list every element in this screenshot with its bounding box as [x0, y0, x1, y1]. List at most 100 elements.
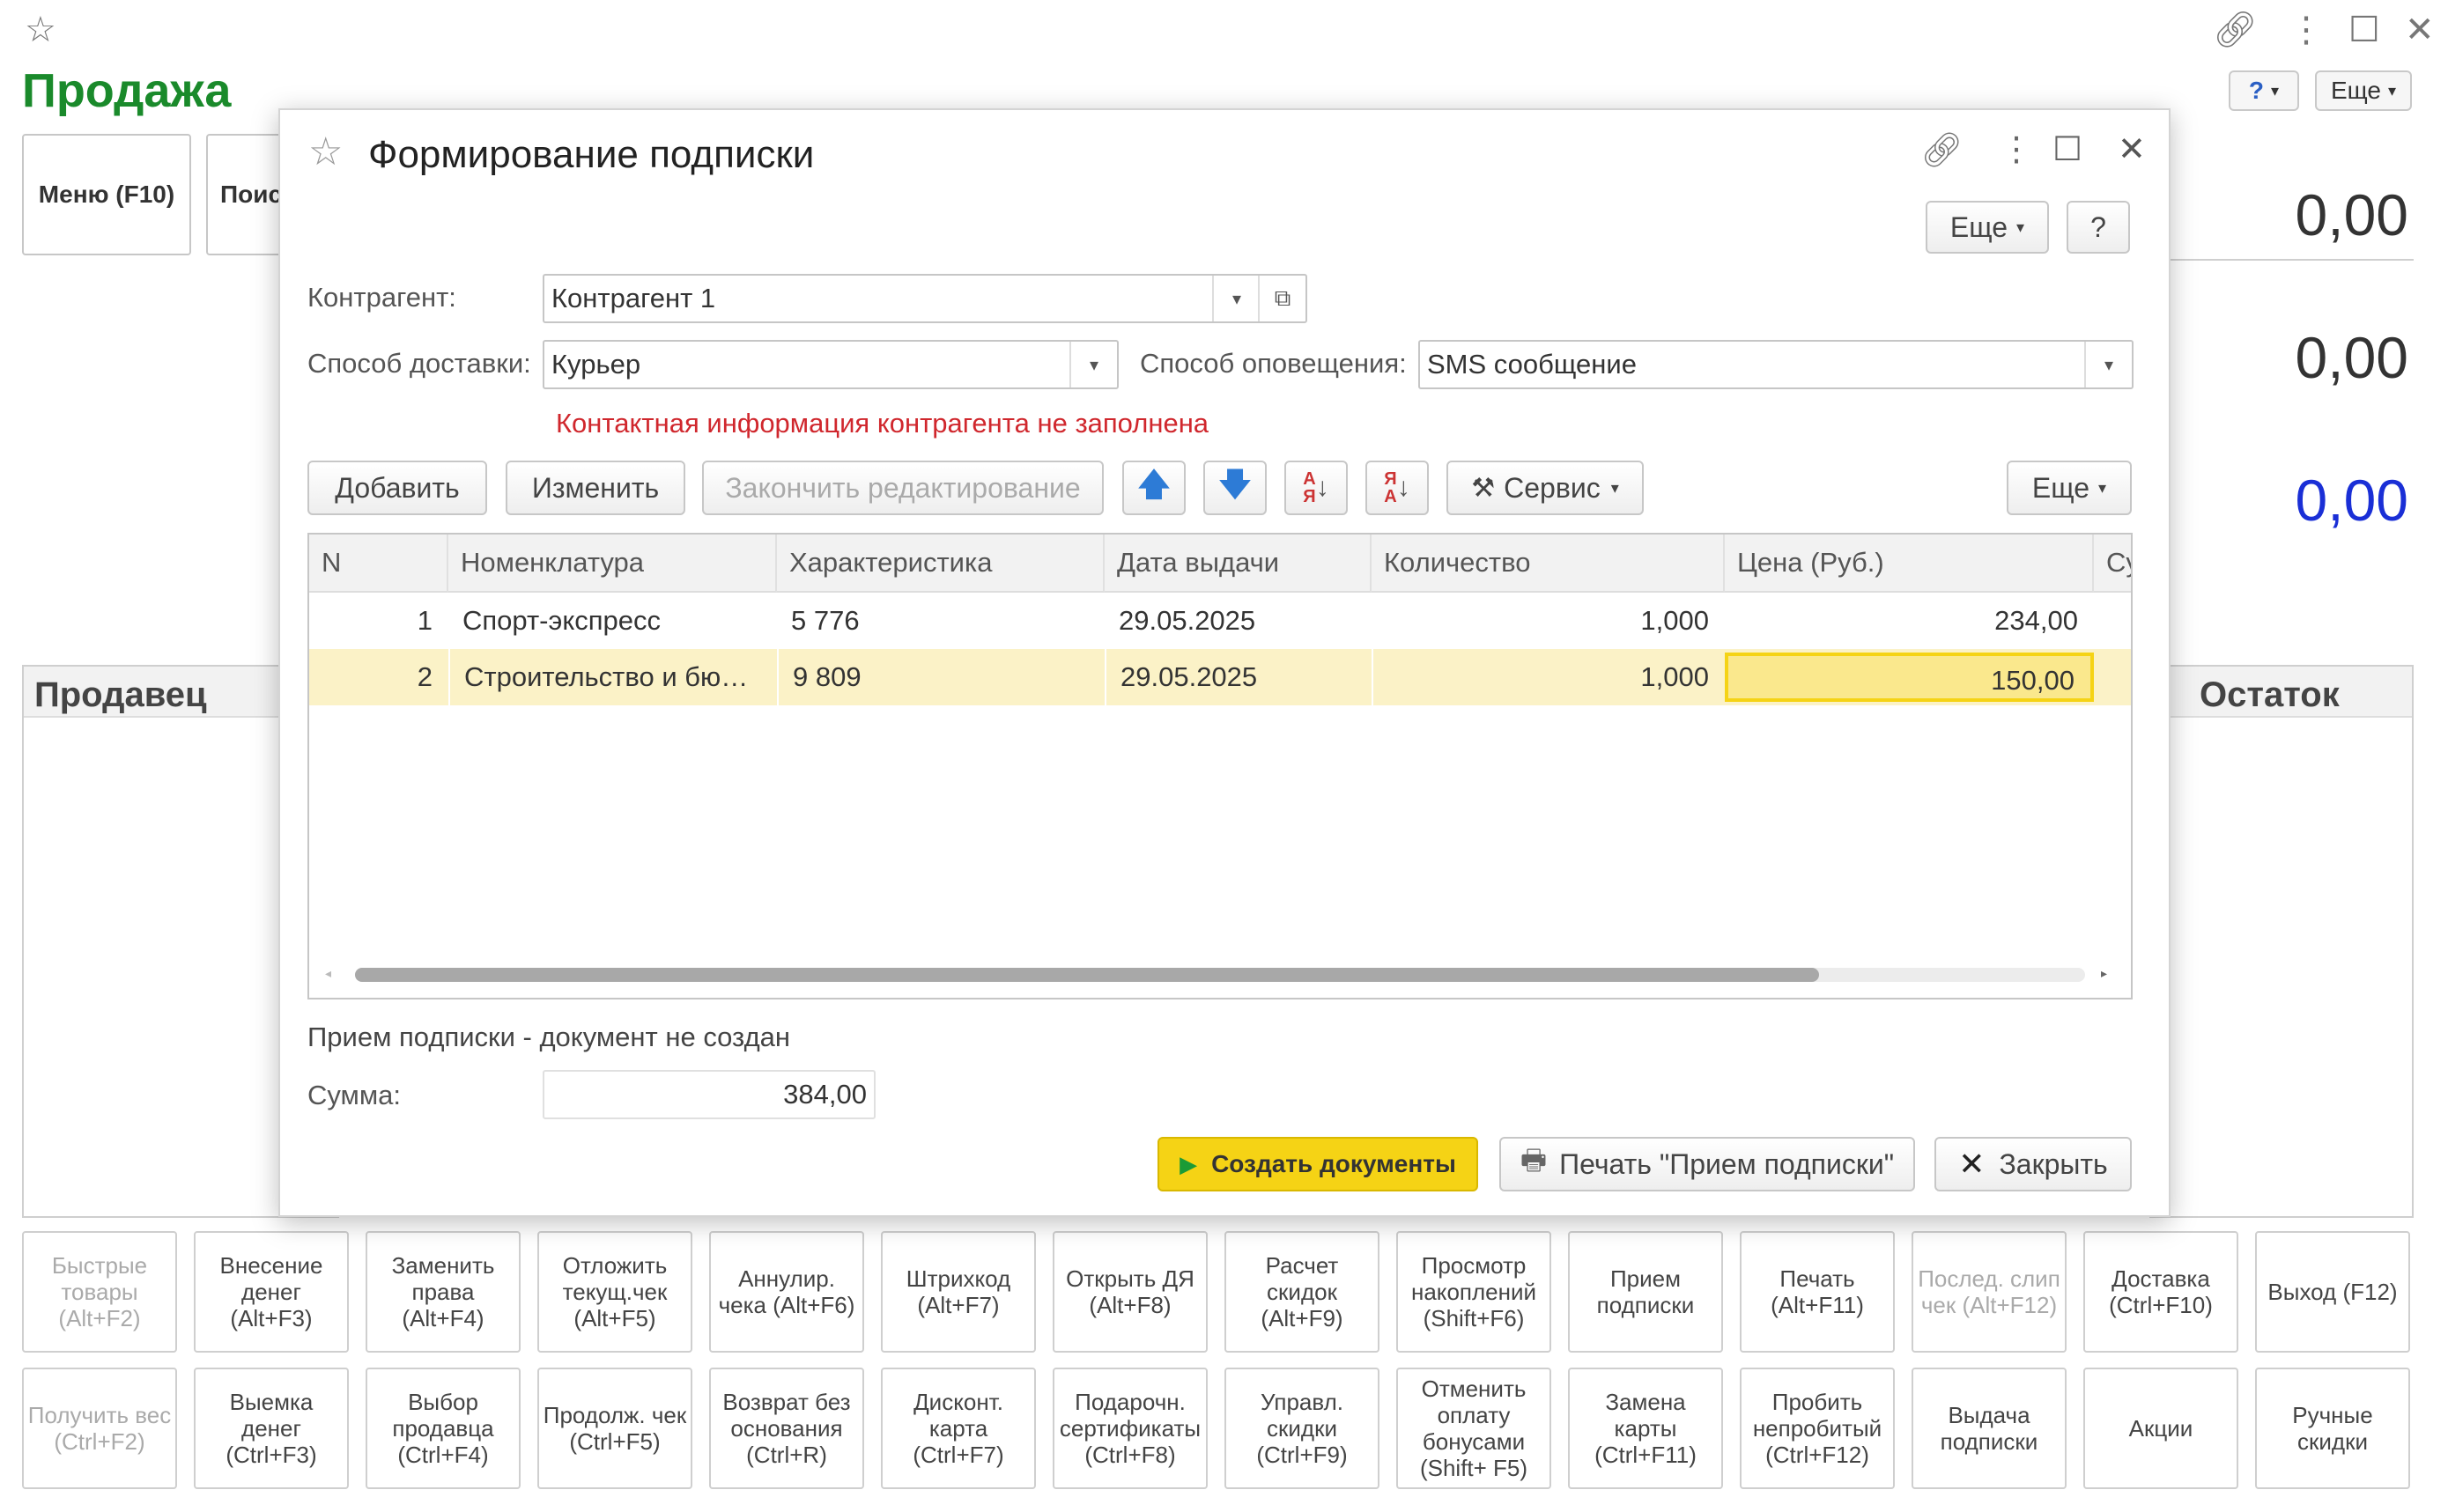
add-button[interactable]: Добавить	[307, 461, 487, 515]
cell-price-editing[interactable]: 150,00	[1725, 653, 2094, 702]
cell-char[interactable]: 9 809	[777, 649, 1105, 705]
cell-qty[interactable]: 1,000	[1372, 593, 1725, 649]
more-vert-icon[interactable]: ⋮	[2289, 12, 2324, 48]
chevron-down-icon: ▾	[2387, 81, 2397, 100]
function-key-button[interactable]: Аннулир. чека (Alt+F6)	[709, 1231, 864, 1353]
col-header-price[interactable]: Цена (Руб.)	[1725, 535, 2094, 593]
delivery-label: Способ доставки:	[307, 348, 531, 379]
help-button[interactable]: ? ▾	[2229, 70, 2299, 111]
table-row-selected[interactable]: 2 Строительство и бю… 9 809 29.05.2025 1…	[309, 649, 2131, 705]
function-key-button[interactable]: Отложить текущ.чек (Alt+F5)	[537, 1231, 692, 1353]
edit-button[interactable]: Изменить	[506, 461, 685, 515]
function-key-button[interactable]: Открыть ДЯ (Alt+F8)	[1053, 1231, 1208, 1353]
dialog-more-label: Еще	[1949, 210, 2008, 243]
cell-date[interactable]: 29.05.2025	[1105, 649, 1372, 705]
favorite-star-icon[interactable]: ☆	[25, 12, 56, 48]
notify-field[interactable]: SMS сообщение ▾	[1418, 340, 2134, 389]
table-more-button[interactable]: Еще ▾	[2007, 461, 2132, 515]
scroll-left-icon[interactable]: ◂	[325, 966, 331, 981]
col-header-date[interactable]: Дата выдачи	[1105, 535, 1372, 593]
print-button[interactable]: 🖶 Печать "Прием подписки"	[1499, 1137, 1915, 1191]
finish-editing-button[interactable]: Закончить редактирование	[702, 461, 1104, 515]
maximize-icon[interactable]: ☐	[2052, 129, 2082, 169]
function-key-button[interactable]: Внесение денег (Alt+F3)	[194, 1231, 349, 1353]
function-key-button[interactable]: Выемка денег (Ctrl+F3)	[194, 1368, 349, 1489]
function-key-button[interactable]: Послед. слип чек (Alt+F12)	[1912, 1231, 2067, 1353]
close-icon: ✕	[1958, 1146, 1986, 1182]
col-header-n[interactable]: N	[309, 535, 448, 593]
arrow-down-icon: 🡇	[1218, 465, 1252, 502]
function-key-button[interactable]: Быстрые товары (Alt+F2)	[22, 1231, 177, 1353]
scrollbar-thumb[interactable]	[355, 968, 1819, 982]
cell-date[interactable]: 29.05.2025	[1105, 593, 1372, 649]
function-key-button[interactable]: Доставка (Ctrl+F10)	[2083, 1231, 2238, 1353]
function-key-button[interactable]: Выдача подписки	[1912, 1368, 2067, 1489]
col-header-item[interactable]: Номенклатура	[448, 535, 777, 593]
delivery-field[interactable]: Курьер ▾	[543, 340, 1119, 389]
link-icon[interactable]: 🔗︎	[1920, 131, 1963, 170]
col-header-sum[interactable]: Су	[2094, 535, 2131, 593]
close-window-icon[interactable]: ✕	[2405, 12, 2435, 48]
function-key-button[interactable]: Выход (F12)	[2255, 1231, 2410, 1353]
maximize-icon[interactable]: ☐	[2348, 12, 2380, 48]
more-button[interactable]: Еще ▾	[2315, 70, 2412, 111]
create-documents-button[interactable]: ▶ Создать документы	[1157, 1137, 1478, 1191]
open-icon[interactable]: ⧉	[1258, 276, 1305, 321]
dialog-help-button[interactable]: ?	[2067, 201, 2130, 254]
subscription-table[interactable]: N Номенклатура Характеристика Дата выдач…	[307, 533, 2133, 999]
function-key-button[interactable]: Прием подписки	[1568, 1231, 1723, 1353]
cell-qty[interactable]: 1,000	[1372, 649, 1725, 705]
function-key-button[interactable]: Просмотр накоплений (Shift+F6)	[1396, 1231, 1551, 1353]
function-key-button[interactable]: Пробить непробитый (Ctrl+F12)	[1740, 1368, 1895, 1489]
move-up-button[interactable]: 🡅	[1122, 461, 1186, 515]
tools-icon: ⚒	[1471, 473, 1496, 503]
service-label: Сервис	[1504, 471, 1601, 504]
function-key-button[interactable]: Управл. скидки (Ctrl+F9)	[1224, 1368, 1379, 1489]
dialog-more-button[interactable]: Еще ▾	[1926, 201, 2049, 254]
chevron-down-icon[interactable]: ▾	[1069, 342, 1117, 387]
chevron-down-icon[interactable]: ▾	[1212, 276, 1260, 321]
function-key-button[interactable]: Печать (Alt+F11)	[1740, 1231, 1895, 1353]
function-key-button[interactable]: Дисконт. карта (Ctrl+F7)	[881, 1368, 1036, 1489]
service-button[interactable]: ⚒ Сервис ▾	[1446, 461, 1644, 515]
function-key-button[interactable]: Выбор продавца (Ctrl+F4)	[366, 1368, 521, 1489]
function-key-button[interactable]: Получить вес (Ctrl+F2)	[22, 1368, 177, 1489]
scroll-right-icon[interactable]: ▸	[2101, 966, 2107, 981]
search-button-label: Поис	[220, 181, 283, 208]
cell-char[interactable]: 5 776	[777, 593, 1105, 649]
remainder-header: Остаток	[2151, 667, 2412, 718]
function-key-button[interactable]: Заменить права (Alt+F4)	[366, 1231, 521, 1353]
col-header-char[interactable]: Характеристика	[777, 535, 1105, 593]
chevron-down-icon[interactable]: ▾	[2084, 342, 2132, 387]
link-icon[interactable]: 🔗︎	[2213, 12, 2258, 48]
function-key-button[interactable]: Подарочн. сертификаты (Ctrl+F8)	[1053, 1368, 1208, 1489]
function-key-button[interactable]: Расчет скидок (Alt+F9)	[1224, 1231, 1379, 1353]
cell-item[interactable]: Спорт-экспресс	[448, 593, 777, 649]
more-vert-icon[interactable]: ⋮	[2000, 129, 2033, 169]
function-key-button[interactable]: Ручные скидки	[2255, 1368, 2410, 1489]
sort-desc-button[interactable]: Я А ↓	[1365, 461, 1429, 515]
table-row[interactable]: 1 Спорт-экспресс 5 776 29.05.2025 1,000 …	[309, 593, 2131, 649]
sort-asc-button[interactable]: А Я ↓	[1284, 461, 1348, 515]
warning-text[interactable]: Контактная информация контрагента не зап…	[556, 408, 1209, 439]
cell-n[interactable]: 2	[309, 649, 448, 705]
status-text: Прием подписки - документ не создан	[307, 1022, 791, 1052]
function-key-button[interactable]: Штрихкод (Alt+F7)	[881, 1231, 1036, 1353]
counterparty-field[interactable]: Контрагент 1 ▾ ⧉	[543, 274, 1307, 323]
function-key-button[interactable]: Отменить оплату бонусами (Shift+ F5)	[1396, 1368, 1551, 1489]
close-button[interactable]: ✕ Закрыть	[1934, 1137, 2132, 1191]
function-key-button[interactable]: Продолж. чек (Ctrl+F5)	[537, 1368, 692, 1489]
function-key-button[interactable]: Акции	[2083, 1368, 2238, 1489]
help-icon: ?	[2248, 77, 2265, 104]
menu-button[interactable]: Меню (F10)	[22, 134, 191, 255]
favorite-star-icon[interactable]: ☆	[308, 129, 343, 174]
cell-item[interactable]: Строительство и бю…	[448, 649, 777, 705]
function-key-button[interactable]: Возврат без основания (Ctrl+R)	[709, 1368, 864, 1489]
notify-label: Способ оповещения:	[1140, 348, 1407, 379]
cell-n[interactable]: 1	[309, 593, 448, 649]
function-key-button[interactable]: Замена карты (Ctrl+F11)	[1568, 1368, 1723, 1489]
move-down-button[interactable]: 🡇	[1203, 461, 1267, 515]
col-header-qty[interactable]: Количество	[1372, 535, 1725, 593]
close-dialog-icon[interactable]: ✕	[2118, 129, 2146, 169]
cell-price[interactable]: 234,00	[1725, 593, 2094, 649]
